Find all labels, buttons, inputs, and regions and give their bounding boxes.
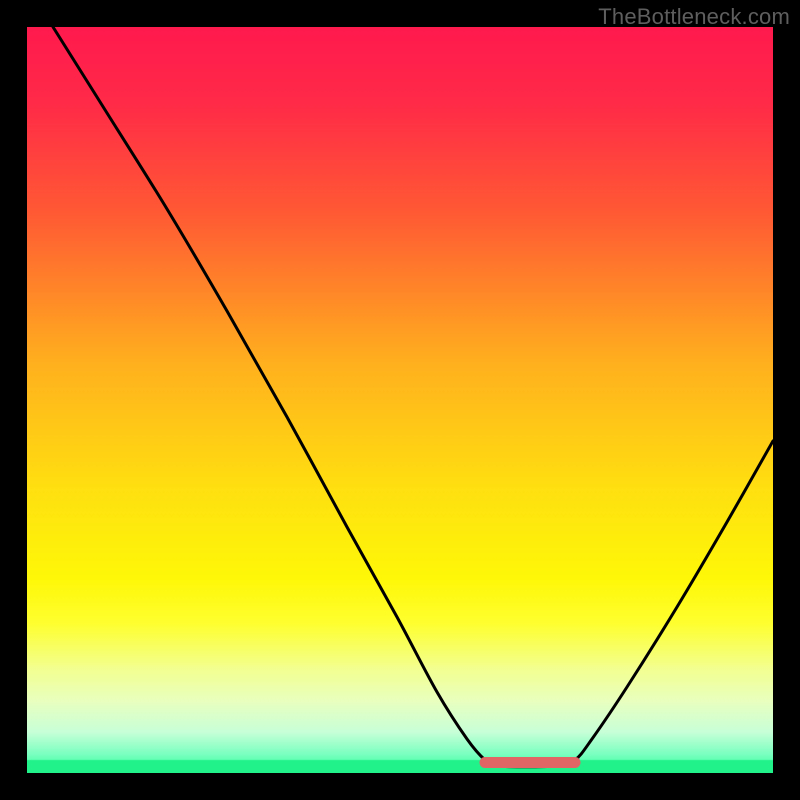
bottleneck-curve [53, 27, 773, 767]
watermark-text: TheBottleneck.com [598, 4, 790, 30]
chart-curve-layer [27, 27, 773, 773]
chart-frame [27, 27, 773, 773]
